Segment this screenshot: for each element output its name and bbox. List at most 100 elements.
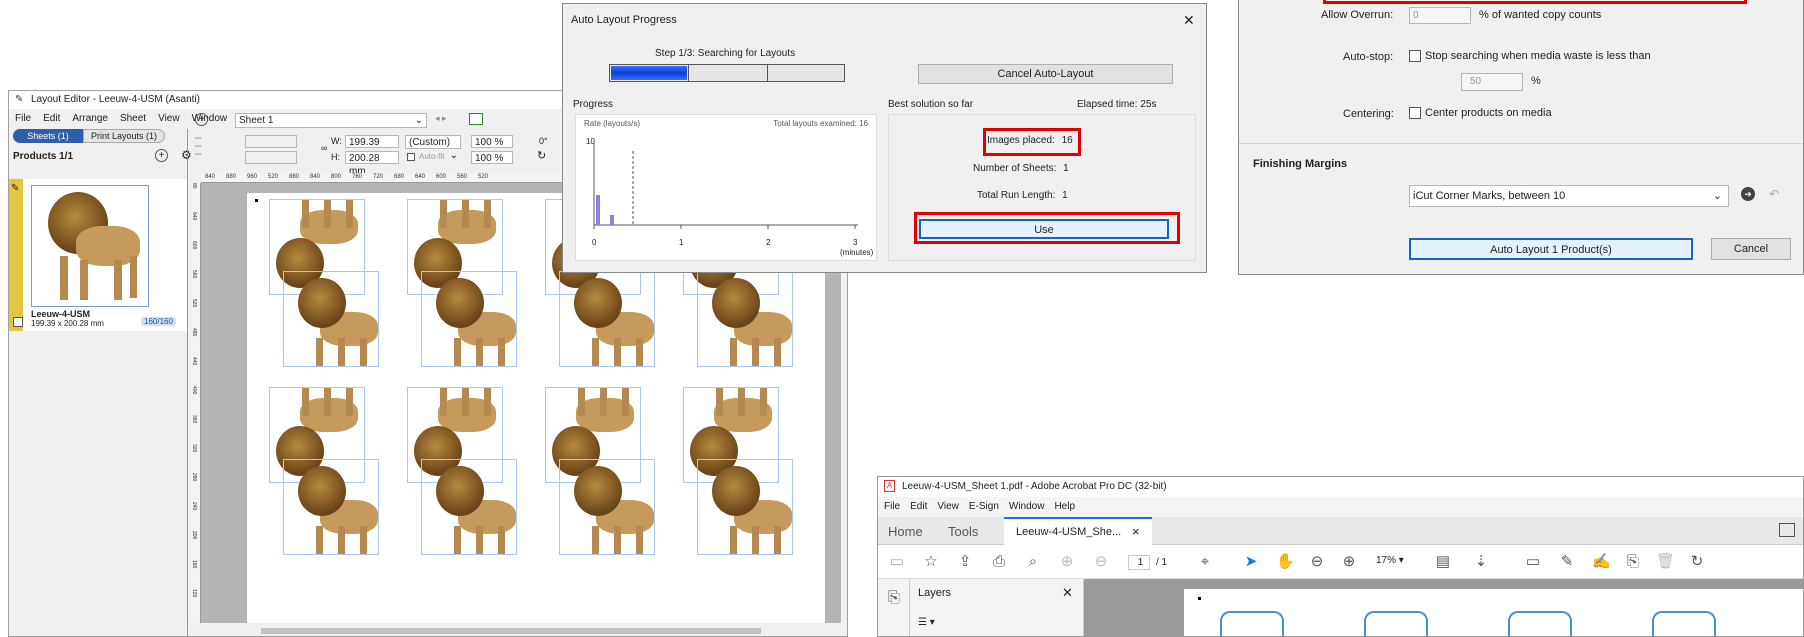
prev-sheet-icon[interactable]: ◂ ▸ bbox=[435, 113, 447, 124]
autofit-checkbox[interactable]: Auto-fit bbox=[407, 152, 444, 161]
horizontal-scrollbar[interactable] bbox=[201, 625, 841, 636]
auto-layout-progress-dialog: Auto Layout Progress ✕ Step 1/3: Searchi… bbox=[562, 3, 1207, 273]
size-preset-select[interactable]: (Custom) ⌄ bbox=[405, 135, 461, 161]
product-checkbox[interactable] bbox=[13, 317, 23, 327]
pages-panel-icon[interactable]: ⎘ bbox=[885, 589, 903, 607]
acrobat-window: A Leeuw-4-USM_Sheet 1.pdf - Adobe Acroba… bbox=[877, 476, 1804, 637]
sheet-select[interactable]: Sheet 1 ⌄ bbox=[235, 113, 427, 128]
prev-page-icon[interactable]: ⊕ bbox=[1058, 553, 1076, 571]
acrobat-menu-help[interactable]: Help bbox=[1054, 501, 1075, 512]
delete-icon[interactable]: 🗑 bbox=[1656, 553, 1675, 571]
placed-lion-image[interactable] bbox=[421, 271, 517, 367]
left-ruler-mark: 80 bbox=[191, 183, 197, 189]
product-item[interactable]: ✎ Leeuw-4-USM 199.39 x 200.28 mm bbox=[9, 179, 187, 331]
link-icon[interactable]: ∞ bbox=[321, 143, 327, 153]
tools-tab[interactable]: Tools bbox=[948, 524, 978, 539]
menu-item-sheet[interactable]: Sheet bbox=[120, 113, 146, 124]
placed-lion-image[interactable] bbox=[283, 271, 379, 367]
left-ruler-mark: 240 bbox=[191, 502, 197, 511]
alignment-grid-icon[interactable]: ▫▫▫ ▫▫▫ ▫▫▫ bbox=[195, 135, 213, 161]
select-arrow-icon[interactable]: ➤ bbox=[1242, 553, 1260, 571]
settings-cancel-button[interactable]: Cancel bbox=[1711, 238, 1791, 260]
zoom-out-icon[interactable]: ⊖ bbox=[1308, 553, 1326, 571]
document-tab-close-icon[interactable]: × bbox=[1132, 524, 1140, 539]
sheets-tab[interactable]: Sheets (1) bbox=[13, 129, 83, 143]
pdf-page bbox=[1184, 589, 1803, 636]
height-field[interactable]: 200.28 mm bbox=[345, 151, 399, 177]
star-icon[interactable]: ☆ bbox=[922, 553, 940, 571]
acrobat-menu-view[interactable]: View bbox=[937, 501, 959, 512]
rotation-value: 0° bbox=[539, 136, 548, 146]
ruler-mark: 800 bbox=[331, 174, 342, 180]
acrobat-side-toolbar: ⎘ bbox=[878, 579, 910, 636]
zoom-in-icon[interactable]: ⊕ bbox=[1340, 553, 1358, 571]
document-view[interactable] bbox=[1084, 579, 1803, 636]
menu-item-file[interactable]: File bbox=[15, 113, 31, 124]
layers-options-icon[interactable]: ☰ ▾ bbox=[918, 617, 935, 628]
stamp-icon[interactable]: ⎘ bbox=[1624, 553, 1642, 571]
run-length-row: Total Run Length: 1 bbox=[977, 190, 1068, 201]
rotate-icon[interactable]: ↻ bbox=[537, 149, 546, 162]
acrobat-menu-e-sign[interactable]: E-Sign bbox=[969, 501, 999, 512]
ruler-mark: 640 bbox=[415, 174, 426, 180]
cancel-auto-layout-button[interactable]: Cancel Auto-Layout bbox=[918, 64, 1173, 84]
sheet-view-icon[interactable] bbox=[469, 113, 483, 125]
placed-lion-image[interactable] bbox=[283, 459, 379, 555]
overrun-suffix: % of wanted copy counts bbox=[1479, 9, 1602, 21]
add-product-icon[interactable]: + bbox=[155, 149, 168, 162]
layers-close-icon[interactable]: ✕ bbox=[1062, 585, 1073, 601]
ruler-mark: 720 bbox=[373, 174, 384, 180]
acrobat-menu-window[interactable]: Window bbox=[1009, 501, 1045, 512]
product-dims: 199.39 x 200.28 mm bbox=[31, 319, 104, 328]
page-display-icon[interactable]: ▤ bbox=[1434, 553, 1452, 571]
y-field bbox=[245, 151, 297, 164]
document-tab[interactable]: Leeuw-4-USM_She... × bbox=[1004, 517, 1152, 545]
placed-lion-image[interactable] bbox=[697, 459, 793, 555]
auto-layout-button[interactable]: Auto Layout 1 Product(s) bbox=[1409, 238, 1693, 260]
page-fit-icon[interactable]: ⌖ bbox=[1196, 553, 1214, 571]
scale-y-field[interactable]: 100 % bbox=[471, 151, 513, 164]
home-tab[interactable]: Home bbox=[888, 524, 923, 539]
upload-icon[interactable]: ⇪ bbox=[956, 553, 974, 571]
centering-checkbox[interactable]: Center products on media bbox=[1409, 107, 1552, 120]
placed-lion-image[interactable] bbox=[421, 459, 517, 555]
highlight-pen-icon[interactable]: ✎ bbox=[1558, 553, 1576, 571]
placed-lion-image[interactable] bbox=[697, 271, 793, 367]
acrobat-menu-file[interactable]: File bbox=[884, 501, 900, 512]
autostop-checkbox[interactable]: Stop searching when media waste is less … bbox=[1409, 50, 1651, 63]
scroll-mode-icon[interactable]: ⇣ bbox=[1472, 553, 1490, 571]
autostop-suffix: % bbox=[1531, 75, 1541, 87]
undo-icon[interactable]: ↶ bbox=[1769, 187, 1779, 201]
cut-contour bbox=[1652, 611, 1716, 636]
close-icon[interactable]: ✕ bbox=[1183, 12, 1195, 29]
forward-circle-icon[interactable]: ➜ bbox=[1741, 187, 1755, 201]
finishing-margins-title: Finishing Margins bbox=[1253, 158, 1348, 170]
left-ruler-mark: 160 bbox=[191, 560, 197, 569]
placed-lion-image[interactable] bbox=[559, 459, 655, 555]
finishing-margins-select[interactable]: iCut Corner Marks, between 10 ⌄ bbox=[1409, 185, 1729, 207]
hand-icon[interactable]: ✋ bbox=[1276, 553, 1295, 571]
menu-item-arrange[interactable]: Arrange bbox=[72, 113, 108, 124]
width-field[interactable]: 199.39 mm bbox=[345, 135, 399, 161]
print-layouts-tab[interactable]: Print Layouts (1) bbox=[83, 129, 165, 143]
print-icon[interactable]: ⎙ bbox=[990, 553, 1008, 571]
page-number-field[interactable]: 1 bbox=[1128, 555, 1150, 570]
share-screen-icon[interactable] bbox=[1779, 523, 1795, 537]
scale-x-field[interactable]: 100 % bbox=[471, 135, 513, 148]
zoom-select[interactable]: 17% ▾ bbox=[1376, 555, 1404, 566]
next-page-icon[interactable]: ⊖ bbox=[1092, 553, 1110, 571]
sign-icon[interactable]: ✍ bbox=[1592, 553, 1611, 571]
rotate-icon[interactable]: ↻ bbox=[1688, 553, 1706, 571]
menu-item-view[interactable]: View bbox=[158, 113, 180, 124]
acrobat-menu-edit[interactable]: Edit bbox=[910, 501, 927, 512]
rate-bar bbox=[596, 195, 600, 225]
allow-overrun-field[interactable]: 0 bbox=[1409, 7, 1471, 24]
autostop-value-field[interactable]: 50 bbox=[1461, 73, 1523, 91]
pencil-icon[interactable]: ✎ bbox=[11, 183, 19, 194]
comment-icon[interactable]: ▭ bbox=[1524, 553, 1542, 571]
menu-item-edit[interactable]: Edit bbox=[43, 113, 60, 124]
save-icon[interactable]: ▭ bbox=[888, 553, 906, 571]
zoom-search-icon[interactable]: ⌕ bbox=[1024, 553, 1042, 571]
add-sheet-icon[interactable]: + bbox=[195, 113, 208, 126]
placed-lion-image[interactable] bbox=[559, 271, 655, 367]
